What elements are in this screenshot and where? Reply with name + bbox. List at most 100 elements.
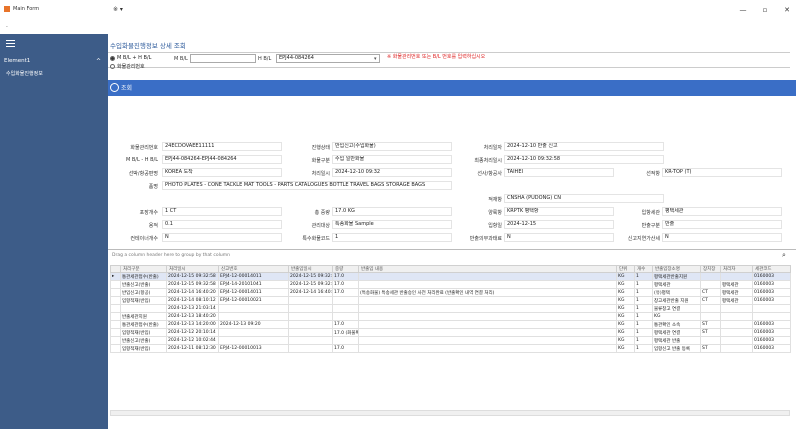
column-header[interactable]: 처리구분 [120,265,167,273]
table-cell[interactable]: ST [700,344,721,353]
table-cell[interactable]: KG [616,344,635,353]
table-cell[interactable] [720,312,753,321]
table-row[interactable]: 반입신고(항공) 2024-12-14 16:40:20 EPJ4-12-00014… [110,288,791,297]
table-cell[interactable] [288,344,333,353]
table-cell[interactable]: 1 [634,288,653,297]
table-cell[interactable] [700,280,721,289]
row-indicator[interactable] [110,288,121,297]
table-cell[interactable]: 0160003 [752,320,791,329]
table-cell[interactable]: 2024-12-15 09:32:58 [288,280,333,289]
table-row[interactable]: 통관세관접수(반출) 2024-12-13 14:20:00 2024-12-13 … [110,320,791,329]
table-cell[interactable]: 입항신고 반출 등록 [652,344,701,353]
table-cell[interactable]: 평택세관 [720,280,753,289]
row-indicator[interactable] [110,304,121,313]
collapse-caret-icon[interactable]: ^ [96,58,101,65]
table-cell[interactable]: 2024-12-14 16:40:20 [288,288,333,297]
table-cell[interactable]: (특송화물) 특송세관 반출승인 사전 처리완료 (반출확인 내역 연결 처리) [358,288,617,297]
table-cell[interactable]: 통관확인 소속 [652,320,701,329]
table-cell[interactable]: EPJ4-12-00010021 [218,296,289,305]
table-cell[interactable]: 1 [634,344,653,353]
table-cell[interactable] [358,296,617,305]
table-cell[interactable] [332,312,359,321]
row-indicator[interactable] [110,312,121,321]
table-cell[interactable]: 1 [634,280,653,289]
table-cell[interactable] [358,344,617,353]
table-cell[interactable] [332,304,359,313]
table-cell[interactable]: 반출신고(반출) [120,280,167,289]
table-cell[interactable] [288,336,333,345]
column-header[interactable]: 장치장 [700,265,721,273]
maximize-button[interactable]: ▫ [758,4,772,16]
column-header[interactable]: 세관코드 [752,265,791,273]
table-cell[interactable] [358,304,617,313]
column-header[interactable]: 개수 [634,265,653,273]
column-header[interactable]: 단위 [616,265,635,273]
table-cell[interactable]: 2024-12-15 09:32:58 [288,272,333,281]
table-cell[interactable]: 1 [634,312,653,321]
minimize-button[interactable]: — [736,4,750,16]
table-cell[interactable]: 2024-12-15 09:32:58 [166,272,219,281]
table-cell[interactable]: 0160003 [752,272,791,281]
row-indicator[interactable] [110,336,121,345]
table-cell[interactable]: 17.0 [332,344,359,353]
table-cell[interactable]: 17.0 (화물확인서 인계) [332,328,359,337]
sidebar-item-import-cargo[interactable]: 수입화물진행정보 [6,70,43,77]
table-cell[interactable]: 0160003 [752,344,791,353]
table-cell[interactable]: KG [616,272,635,281]
table-cell[interactable]: KG [616,328,635,337]
radio-cargo-number[interactable]: 화물관리번호 [110,63,145,70]
row-indicator[interactable]: ▸ [110,272,121,281]
table-row[interactable]: 입항적재(반입) 2024-12-11 08:12:30 EPJ4-12-00010… [110,344,791,353]
table-row[interactable]: 반출신고(반출) 2024-12-15 09:32:58 EPJ4-14-20101… [110,280,791,289]
table-cell[interactable] [358,280,617,289]
table-cell[interactable]: 17.0 [332,288,359,297]
table-cell[interactable]: 2024-12-14 16:40:20 [166,288,219,297]
table-cell[interactable]: 반출세관지원 [120,312,167,321]
table-cell[interactable]: ST [700,320,721,329]
table-cell[interactable]: KG [616,304,635,313]
table-cell[interactable]: KG [616,312,635,321]
column-header[interactable]: 신고번호 [218,265,289,273]
table-cell[interactable] [752,304,791,313]
table-row[interactable]: 반출신고(반출) 2024-12-12 10:02:44 KG 1 평택세관 반출 016… [110,336,791,345]
table-cell[interactable] [120,304,167,313]
table-cell[interactable]: 0160003 [752,288,791,297]
table-cell[interactable] [332,336,359,345]
table-cell[interactable] [288,296,333,305]
table-cell[interactable]: KG [616,296,635,305]
table-cell[interactable]: KG [616,336,635,345]
table-cell[interactable]: CT [700,296,721,305]
column-header[interactable]: 반출입일시 [288,265,333,273]
hamburger-menu-icon[interactable] [6,40,15,47]
table-cell[interactable]: 물류창고 연결 [652,304,701,313]
table-cell[interactable] [218,328,289,337]
table-cell[interactable]: 평택세관 [720,296,753,305]
table-cell[interactable]: KG [616,288,635,297]
table-cell[interactable]: 1 [634,328,653,337]
table-cell[interactable]: 평택세관 반출 [652,336,701,345]
table-cell[interactable] [752,312,791,321]
table-cell[interactable] [700,272,721,281]
horizontal-scrollbar[interactable] [110,410,790,416]
row-indicator[interactable] [110,280,121,289]
dropdown-arrow-icon[interactable]: ▾ [374,56,377,62]
table-cell[interactable]: KG [616,320,635,329]
table-cell[interactable] [358,272,617,281]
table-cell[interactable] [720,344,753,353]
table-cell[interactable]: 평택세관반출지원 [652,272,701,281]
table-cell[interactable] [358,336,617,345]
query-button[interactable]: 조회 [110,83,132,92]
row-indicator[interactable] [110,328,121,337]
table-cell[interactable]: 17.0 [332,272,359,281]
table-cell[interactable]: 0160003 [752,336,791,345]
table-cell[interactable]: 입항적재(반입) [120,344,167,353]
close-button[interactable]: ✕ [780,4,794,16]
column-header[interactable]: 중량 [332,265,359,273]
table-cell[interactable]: 1 [634,272,653,281]
table-cell[interactable] [720,336,753,345]
hbl-input[interactable]: EPJ44-084264 [276,54,380,63]
window-menu[interactable]: ※ ▾ [113,6,123,13]
table-cell[interactable]: 반입신고(항공) [120,288,167,297]
table-cell[interactable] [358,320,617,329]
table-cell[interactable] [358,312,617,321]
